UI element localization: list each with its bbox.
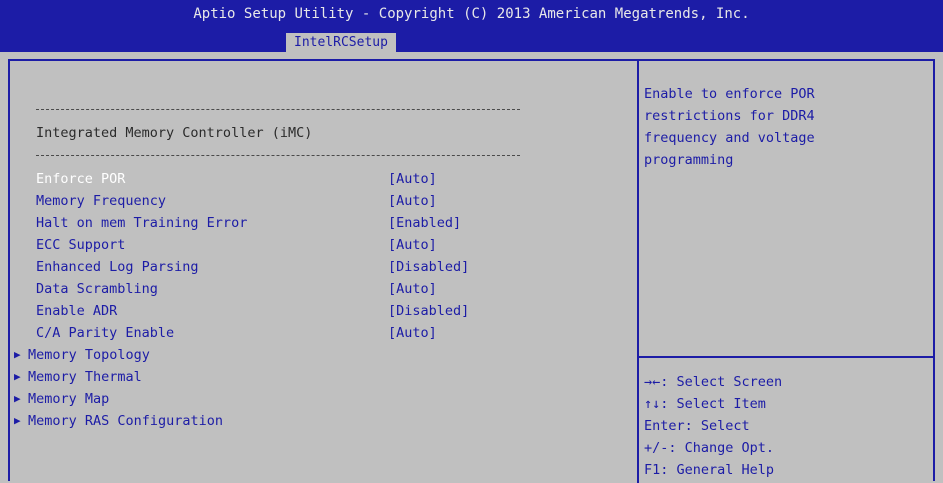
submenu-memory-map[interactable]: ▶ Memory Map [10, 388, 630, 410]
submenu-label: Memory Thermal [28, 369, 142, 385]
key-hint-enter: Enter: Select [644, 418, 750, 434]
setting-label: Data Scrambling [36, 281, 158, 297]
main-panel: Integrated Memory Controller (iMC) Enfor… [8, 59, 935, 483]
setting-row-ca-parity-enable[interactable]: C/A Parity Enable [Auto] [10, 322, 630, 344]
header-bar: Aptio Setup Utility - Copyright (C) 2013… [0, 0, 943, 52]
horizontal-divider [639, 356, 935, 358]
triangle-right-icon: ▶ [14, 348, 21, 361]
key-legend: →←: Select Screen ↑↓: Select Item Enter:… [644, 371, 929, 481]
setting-label: Enhanced Log Parsing [36, 259, 199, 275]
triangle-right-icon: ▶ [14, 370, 21, 383]
setting-label: Enable ADR [36, 303, 118, 319]
setting-value[interactable]: [Auto] [388, 322, 437, 344]
triangle-right-icon: ▶ [14, 392, 21, 405]
setting-row-enable-adr[interactable]: Enable ADR [Disabled] [10, 300, 630, 322]
setting-label: C/A Parity Enable [36, 325, 175, 341]
app-title: Aptio Setup Utility - Copyright (C) 2013… [193, 6, 750, 22]
submenu-memory-topology[interactable]: ▶ Memory Topology [10, 344, 630, 366]
triangle-right-icon: ▶ [14, 414, 21, 427]
setting-label: Memory Frequency [36, 193, 167, 209]
key-hint-general-help: F1: General Help [644, 462, 775, 478]
setting-value[interactable]: [Auto] [388, 234, 437, 256]
submenu-label: Memory RAS Configuration [28, 413, 224, 429]
help-line: frequency and voltage [644, 130, 815, 146]
setting-value[interactable]: [Disabled] [388, 256, 469, 278]
help-line: Enable to enforce POR [644, 86, 815, 102]
dashed-separator [36, 155, 520, 156]
submenu-label: Memory Topology [28, 347, 150, 363]
dashed-separator [36, 109, 520, 110]
help-text: Enable to enforce POR restrictions for D… [644, 83, 929, 171]
submenu-memory-ras-configuration[interactable]: ▶ Memory RAS Configuration [10, 410, 630, 432]
section-title: Integrated Memory Controller (iMC) [36, 125, 313, 141]
setting-label: ECC Support [36, 237, 126, 253]
key-hint-select-screen: →←: Select Screen [644, 374, 783, 390]
setting-label: Halt on mem Training Error [36, 215, 248, 231]
setting-row-memory-frequency[interactable]: Memory Frequency [Auto] [10, 190, 630, 212]
submenu-label: Memory Map [28, 391, 110, 407]
setting-row-data-scrambling[interactable]: Data Scrambling [Auto] [10, 278, 630, 300]
key-hint-change-opt: +/-: Change Opt. [644, 440, 775, 456]
setting-value[interactable]: [Disabled] [388, 300, 469, 322]
setting-value[interactable]: [Auto] [388, 278, 437, 300]
vertical-divider [637, 61, 639, 483]
setting-value[interactable]: [Enabled] [388, 212, 461, 234]
setting-row-ecc-support[interactable]: ECC Support [Auto] [10, 234, 630, 256]
submenu-memory-thermal[interactable]: ▶ Memory Thermal [10, 366, 630, 388]
setting-row-enforce-por[interactable]: Enforce POR [Auto] [10, 168, 630, 190]
help-line: restrictions for DDR4 [644, 108, 815, 124]
setting-label: Enforce POR [36, 171, 126, 187]
setting-row-enhanced-log-parsing[interactable]: Enhanced Log Parsing [Disabled] [10, 256, 630, 278]
setting-value[interactable]: [Auto] [388, 168, 437, 190]
help-line: programming [644, 152, 734, 168]
setting-row-halt-on-mem-training-error[interactable]: Halt on mem Training Error [Enabled] [10, 212, 630, 234]
key-hint-select-item: ↑↓: Select Item [644, 396, 766, 412]
tab-intelrcsetup[interactable]: IntelRCSetup [286, 33, 396, 52]
setting-value[interactable]: [Auto] [388, 190, 437, 212]
